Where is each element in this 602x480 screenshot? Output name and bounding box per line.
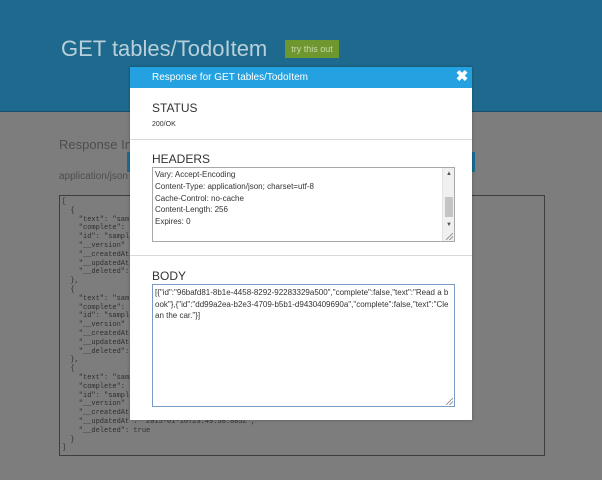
response-info-heading: Response Inf [59, 137, 136, 152]
body-heading: BODY [152, 269, 187, 283]
header-line: Content-Type: application/json; charset=… [155, 181, 314, 191]
modal-titlebar: Response for GET tables/TodoItem ✖ [130, 67, 472, 88]
resize-grip-icon[interactable] [446, 233, 453, 240]
divider [130, 139, 472, 140]
scrollbar-thumb[interactable] [445, 197, 453, 217]
status-heading: STATUS [152, 101, 198, 115]
scroll-up-arrow-icon[interactable]: ▲ [443, 168, 454, 180]
headers-lines: Vary: Accept-Encoding Content-Type: appl… [155, 169, 441, 228]
try-this-out-button[interactable]: try this out [285, 40, 339, 58]
modal-title: Response for GET tables/TodoItem [152, 72, 309, 83]
headers-textarea[interactable]: Vary: Accept-Encoding Content-Type: appl… [152, 167, 455, 242]
close-icon[interactable]: ✖ [455, 69, 469, 85]
headers-scrollbar[interactable]: ▲ ▼ [442, 168, 454, 241]
page-title: GET tables/TodoItem [61, 36, 268, 61]
header-line: Expires: 0 [155, 217, 191, 227]
header-line: Cache-Control: no-cache [155, 193, 244, 203]
status-value: 200/OK [152, 121, 176, 128]
body-textarea[interactable]: [{"id":"96bafd81-8b1e-4458-8292-92283329… [152, 284, 455, 407]
header-line: Vary: Accept-Encoding [155, 170, 236, 179]
response-modal: Response for GET tables/TodoItem ✖ STATU… [130, 67, 472, 420]
divider [130, 255, 472, 256]
body-text: [{"id":"96bafd81-8b1e-4458-8292-92283329… [155, 288, 449, 320]
scroll-down-arrow-icon[interactable]: ▼ [443, 219, 454, 231]
content-type-label: application/json [59, 171, 128, 182]
headers-heading: HEADERS [152, 152, 211, 166]
resize-grip-icon[interactable] [446, 398, 453, 405]
header-line: Content-Length: 256 [155, 205, 228, 215]
